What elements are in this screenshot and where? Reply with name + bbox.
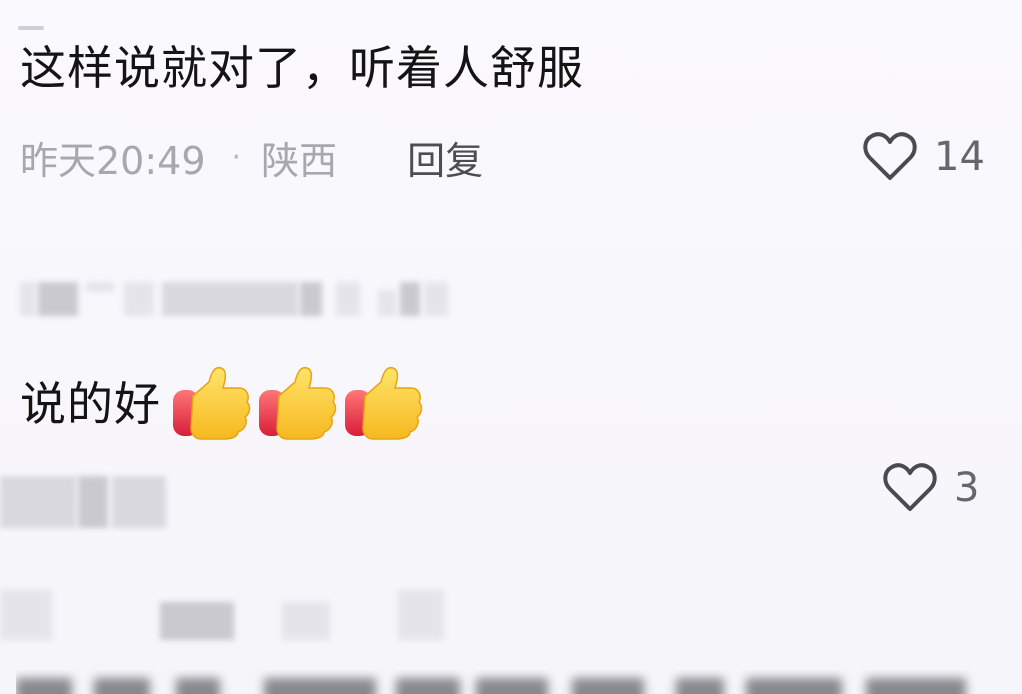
comment-2-like-button[interactable]: 3 — [880, 458, 979, 518]
top-divider — [18, 26, 44, 30]
heart-outline-icon — [880, 458, 940, 518]
comment-2-text: 说的好 — [20, 377, 161, 431]
meta-separator: · — [231, 139, 242, 175]
comment-screen: 这样说就对了，听着人舒服 昨天20:49 · 陕西 回复 14 说的好 3 — [0, 0, 1022, 694]
thumbs-up-icon — [259, 366, 337, 440]
reply-button[interactable]: 回复 — [407, 130, 483, 185]
comment-2-body: 说的好 — [20, 362, 429, 440]
comment-1-like-count: 14 — [934, 134, 985, 180]
comment-1-text: 这样说就对了，听着人舒服 — [20, 41, 584, 95]
comment-1-time: 昨天20:49 — [20, 138, 206, 183]
comment-1-location: 陕西 — [261, 138, 338, 183]
comment-2-like-count: 3 — [954, 465, 980, 511]
comment-1-meta: 昨天20:49 · 陕西 回复 — [20, 131, 483, 183]
thumbs-up-icon — [345, 366, 423, 440]
comment-1-like-button[interactable]: 14 — [860, 127, 985, 187]
comment-2-emojis — [171, 362, 429, 440]
cut-off-comment-text — [16, 670, 996, 694]
heart-outline-icon — [860, 127, 920, 187]
thumbs-up-icon — [173, 366, 251, 440]
